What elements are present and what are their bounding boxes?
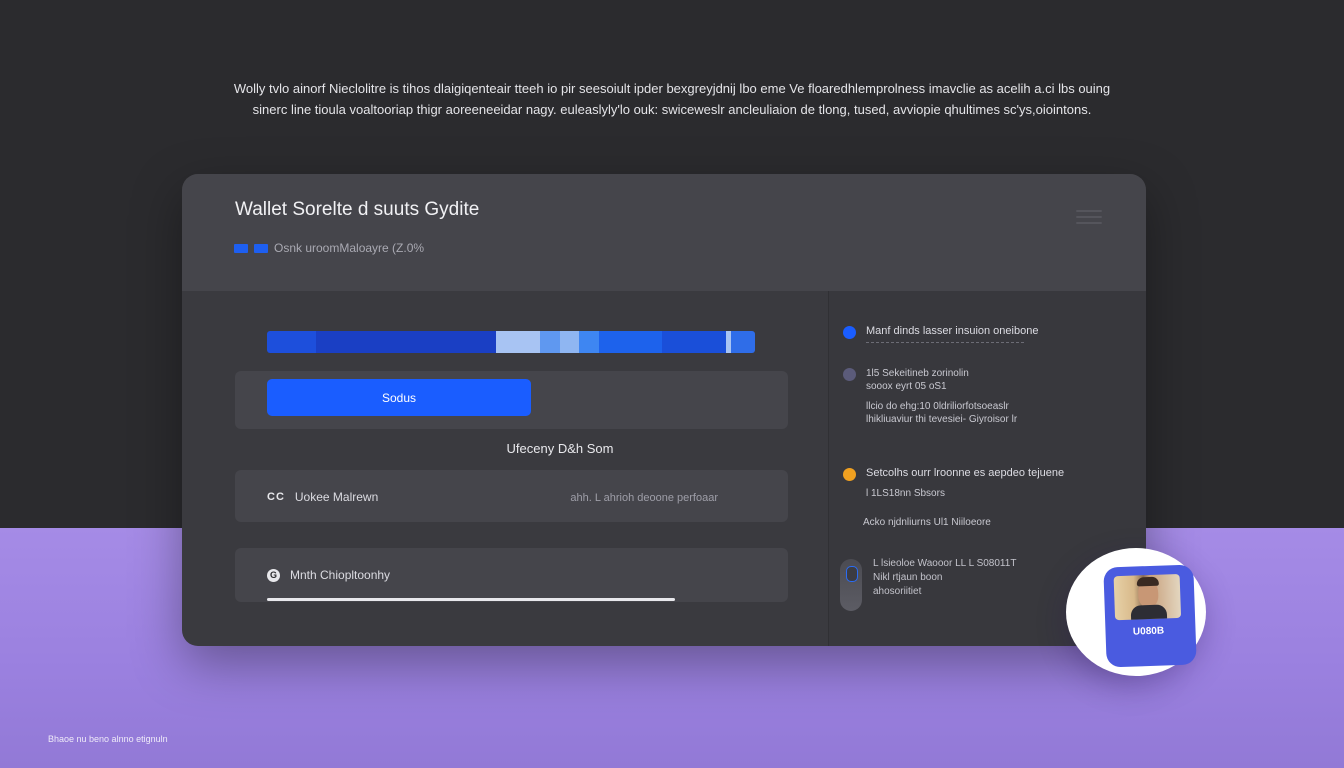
avatar[interactable]: U080B <box>1066 548 1206 676</box>
intro-line-2: sinerc line tioula voaltooriap thigr aor… <box>252 102 1092 117</box>
avatar-photo <box>1113 573 1182 621</box>
row-left: G Mnth Chiopltoonhy <box>267 568 390 582</box>
left-pane: Sodus Ufeceny D&h Som CC Uokee Malrewn a… <box>182 291 828 646</box>
progress-segment <box>315 331 497 353</box>
row-detail: ahh. L ahrioh deoone perfoaar <box>570 492 718 504</box>
step-line: llcio do ehg:10 0ldriliorfotsoeaslr <box>866 401 1009 412</box>
progress-segment <box>559 331 580 353</box>
progress-bar <box>267 331 755 353</box>
step-line: lhikliuaviur thi tevesiei- Giyroisor lr <box>866 414 1018 425</box>
row-item[interactable]: CC Uokee Malrewn ahh. L ahrioh deoone pe… <box>235 470 788 522</box>
step-dot-icon <box>843 368 856 381</box>
cc-icon: CC <box>267 491 285 503</box>
mouse-icon <box>840 559 862 611</box>
intro-text: Wolly tvlo ainorf Nieclolitre is tihos d… <box>190 78 1154 120</box>
intro-line-1: Wolly tvlo ainorf Nieclolitre is tihos d… <box>233 81 1111 96</box>
step-title: Manf dinds lasser insuion oneibone <box>866 325 1039 337</box>
menu-icon[interactable] <box>1076 210 1102 224</box>
step-item[interactable]: Manf dinds lasser insuion oneibone <box>843 325 1038 343</box>
bottom-note: L lsieoloe Waooor LL L S08011T Nikl rtja… <box>873 558 1017 597</box>
flag-icon <box>254 243 268 253</box>
step-line: sooox eyrt 05 oS1 <box>866 381 947 392</box>
progress-segment <box>662 331 726 353</box>
card-header: Wallet Sorelte d suuts Gydite Osnk uroom… <box>182 174 1146 291</box>
row-left: CC Uokee Malrewn <box>267 490 378 504</box>
step-item[interactable]: Setcolhs ourr lroonne es aepdeo tejuene … <box>843 467 1064 500</box>
divider <box>866 342 1024 343</box>
progress-segment <box>267 331 316 353</box>
card-subtitle: Osnk uroomMaloayre (Z.0% <box>234 241 424 255</box>
wallet-card: Wallet Sorelte d suuts Gydite Osnk uroom… <box>182 174 1146 646</box>
progress-segment <box>598 331 663 353</box>
aside-label: Acko njdnliurns Ul1 Niiloeore <box>863 517 991 528</box>
progress-segment <box>730 331 755 353</box>
row-label: Mnth Chiopltoonhy <box>290 568 391 582</box>
step-line: l 1LS18nn Sbsors <box>866 488 945 499</box>
card-subtitle-text: Osnk uroomMaloayre (Z.0% <box>274 241 425 255</box>
row-label: Uokee Malrewn <box>294 490 379 504</box>
avatar-label: U080B <box>1132 625 1165 638</box>
card-title: Wallet Sorelte d suuts Gydite <box>235 199 480 220</box>
avatar-card: U080B <box>1103 564 1197 668</box>
action-panel: Sodus <box>235 371 788 429</box>
step-item[interactable]: 1l5 Sekeitineb zorinolin sooox eyrt 05 o… <box>843 367 1017 426</box>
row-item[interactable]: G Mnth Chiopltoonhy <box>235 548 788 602</box>
progress-underline <box>267 598 676 601</box>
g-icon: G <box>267 568 280 582</box>
step-dot-icon <box>843 468 856 481</box>
flag-icon <box>234 243 248 253</box>
center-label: Ufeceny D&h Som <box>506 441 614 456</box>
progress-segment <box>540 331 560 353</box>
step-dot-icon <box>843 326 856 339</box>
footer-text: Bhaoe nu beno alnno etignuln <box>48 734 168 744</box>
primary-button[interactable]: Sodus <box>267 379 531 416</box>
progress-segment <box>579 331 599 353</box>
step-line: 1l5 Sekeitineb zorinolin <box>866 368 969 379</box>
step-title: Setcolhs ourr lroonne es aepdeo tejuene <box>866 467 1065 479</box>
progress-segment <box>496 331 541 353</box>
